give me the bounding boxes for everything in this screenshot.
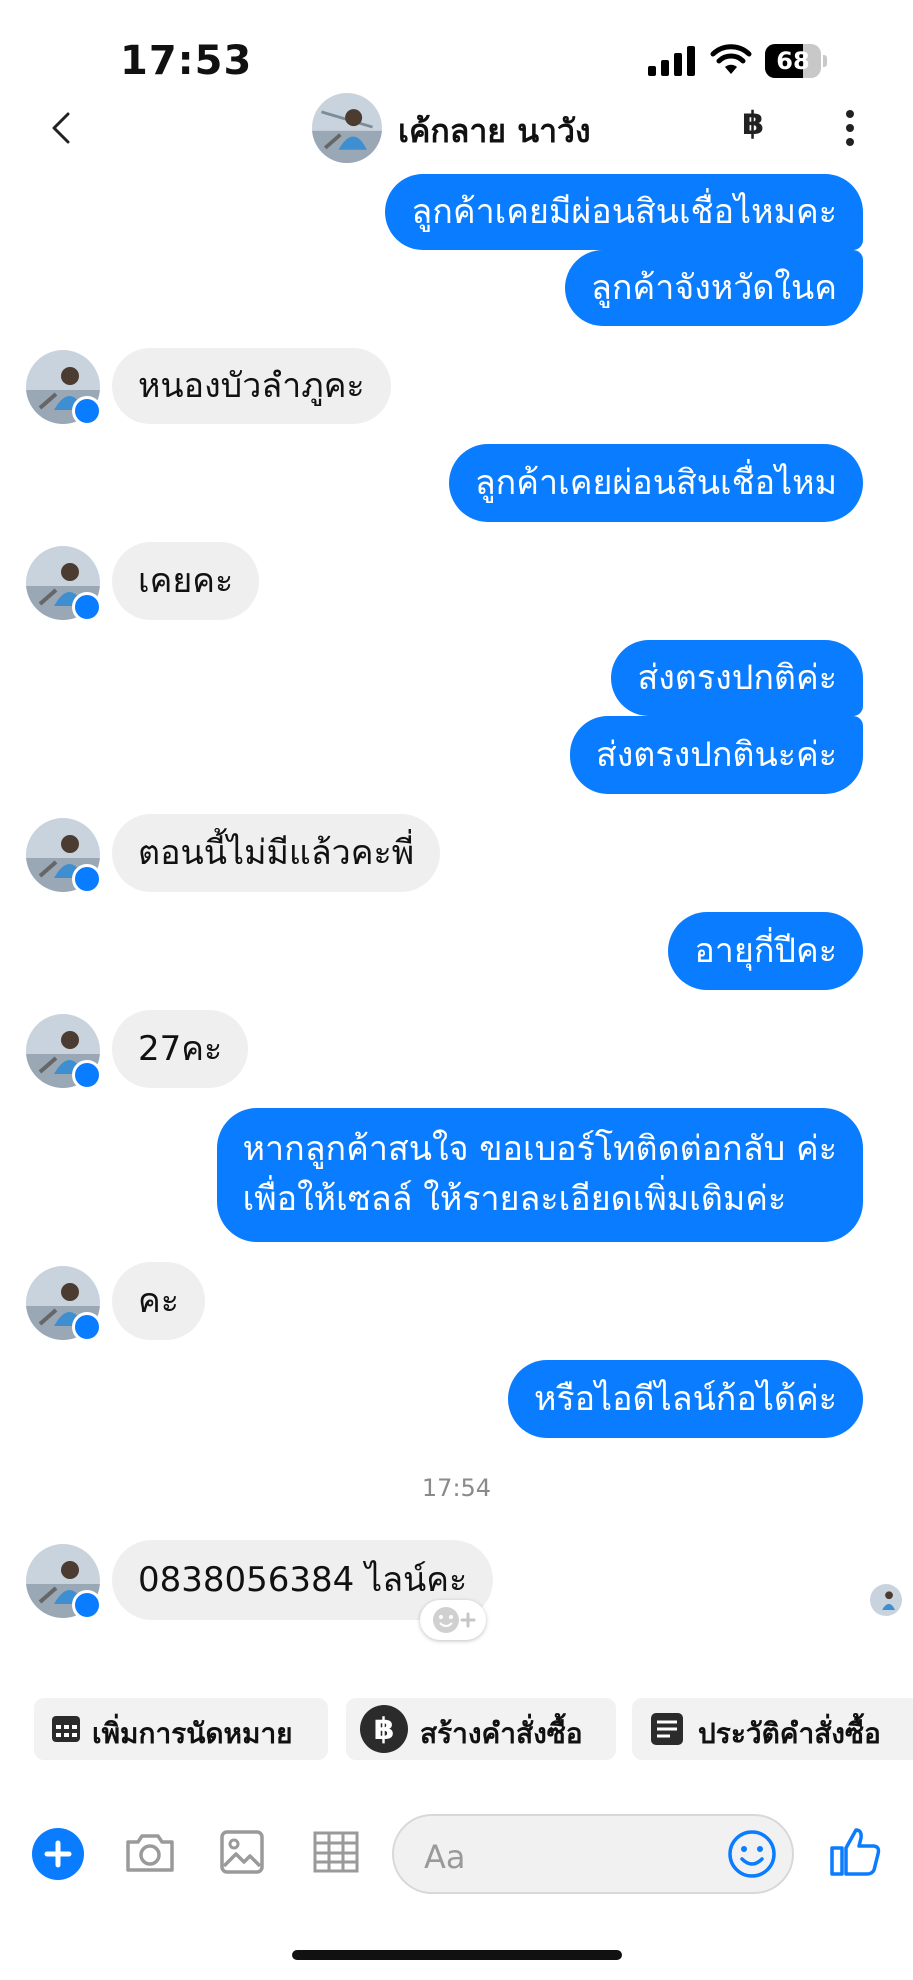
emoji-icon[interactable] (726, 1828, 778, 1880)
sender-avatar[interactable] (26, 546, 102, 622)
sender-avatar[interactable] (26, 1544, 102, 1620)
cellular-signal-icon (648, 46, 696, 76)
order-history-button[interactable]: ประวัติคำสั่งซื้อ (632, 1698, 913, 1760)
sender-avatar[interactable] (26, 1014, 102, 1090)
home-indicator[interactable] (292, 1950, 622, 1960)
back-chevron-icon[interactable] (44, 110, 80, 146)
messenger-badge-icon (72, 1312, 102, 1342)
outgoing-message[interactable]: ลูกค้าเคยผ่อนสินเชื่อไหม (448, 444, 863, 522)
contact-name[interactable]: เค้กลาย นาวัง (398, 106, 591, 157)
baht-icon: ฿ (360, 1705, 408, 1753)
sender-avatar[interactable] (26, 350, 102, 426)
conversation-header: เค้กลาย นาวัง ฿ (0, 88, 913, 168)
message-list[interactable]: ลูกค้าเคยมีผ่อนสินเชื่อไหมคะ ลูกค้าจังหว… (0, 0, 913, 1980)
wifi-icon (710, 44, 752, 74)
order-list-icon (651, 1713, 683, 1745)
incoming-message[interactable]: ตอนนี้ไม่มีแล้วคะพี่ (112, 814, 441, 892)
incoming-message[interactable]: หนองบัวลำภูคะ (112, 348, 391, 424)
table-icon[interactable] (308, 1824, 364, 1880)
more-actions-button[interactable] (32, 1828, 84, 1880)
add-reaction-button[interactable] (420, 1600, 486, 1640)
messenger-badge-icon (72, 592, 102, 622)
message-timestamp: 17:54 (421, 1474, 492, 1502)
add-appointment-button[interactable]: เพิ่มการนัดหมาย (34, 1698, 328, 1760)
messenger-badge-icon (72, 396, 102, 426)
sender-avatar[interactable] (26, 818, 102, 894)
photo-gallery-icon[interactable] (214, 1824, 270, 1880)
plus-icon (44, 1840, 72, 1868)
outgoing-message[interactable]: อายุกี่ปีคะ (668, 912, 863, 990)
quick-actions-bar: เพิ่มการนัดหมาย ฿ สร้างคำสั่งซื้อ ประวัต… (0, 1698, 913, 1764)
outgoing-message[interactable]: ลูกค้าเคยมีผ่อนสินเชื่อไหมคะ (385, 174, 863, 250)
incoming-message[interactable]: 27คะ (112, 1010, 249, 1088)
contact-avatar[interactable] (312, 93, 382, 163)
baht-icon[interactable]: ฿ (742, 104, 764, 142)
incoming-message[interactable]: คะ (112, 1262, 206, 1340)
quick-action-label: เพิ่มการนัดหมาย (92, 1717, 293, 1750)
incoming-message[interactable]: เคยคะ (112, 542, 260, 620)
messenger-badge-icon (72, 1590, 102, 1620)
message-input[interactable] (422, 1834, 716, 1880)
create-order-button[interactable]: ฿ สร้างคำสั่งซื้อ (346, 1698, 616, 1760)
message-composer (0, 1810, 913, 1900)
svg-text:฿: ฿ (374, 1712, 395, 1747)
quick-action-label: สร้างคำสั่งซื้อ (420, 1717, 583, 1750)
add-reaction-icon (433, 1607, 476, 1633)
messenger-badge-icon (72, 864, 102, 894)
message-input-wrapper[interactable] (392, 1814, 794, 1894)
outgoing-message[interactable]: หากลูกค้าสนใจ ขอเบอร์โทติดต่อกลับ ค่ะ เพ… (216, 1108, 863, 1242)
sender-avatar[interactable] (26, 1266, 102, 1342)
outgoing-message[interactable]: ส่งตรงปกตินะค่ะ (569, 716, 863, 794)
camera-icon[interactable] (122, 1824, 178, 1880)
outgoing-message[interactable]: ส่งตรงปกติค่ะ (611, 640, 863, 716)
outgoing-message[interactable]: ลูกค้าจังหวัดในค (565, 250, 863, 326)
thumbs-up-icon[interactable] (828, 1824, 884, 1880)
battery-level: 68 (776, 47, 810, 75)
battery-icon: 68 (765, 44, 827, 78)
more-options-icon[interactable] (840, 108, 860, 148)
calendar-icon (52, 1716, 80, 1742)
outgoing-message[interactable]: หรือไอดีไลน์ก้อได้ค่ะ (507, 1360, 863, 1438)
message-line: เพื่อให้เซลล์ ให้รายละเอียดเพิ่มเติมค่ะ (242, 1179, 787, 1219)
seen-receipt-avatar (870, 1584, 902, 1616)
quick-action-label: ประวัติคำสั่งซื้อ (698, 1717, 881, 1750)
avatar-photo-icon (312, 93, 382, 163)
status-time: 17:53 (120, 38, 253, 84)
message-line: หากลูกค้าสนใจ ขอเบอร์โทติดต่อกลับ ค่ะ (242, 1129, 837, 1169)
messenger-badge-icon (72, 1060, 102, 1090)
